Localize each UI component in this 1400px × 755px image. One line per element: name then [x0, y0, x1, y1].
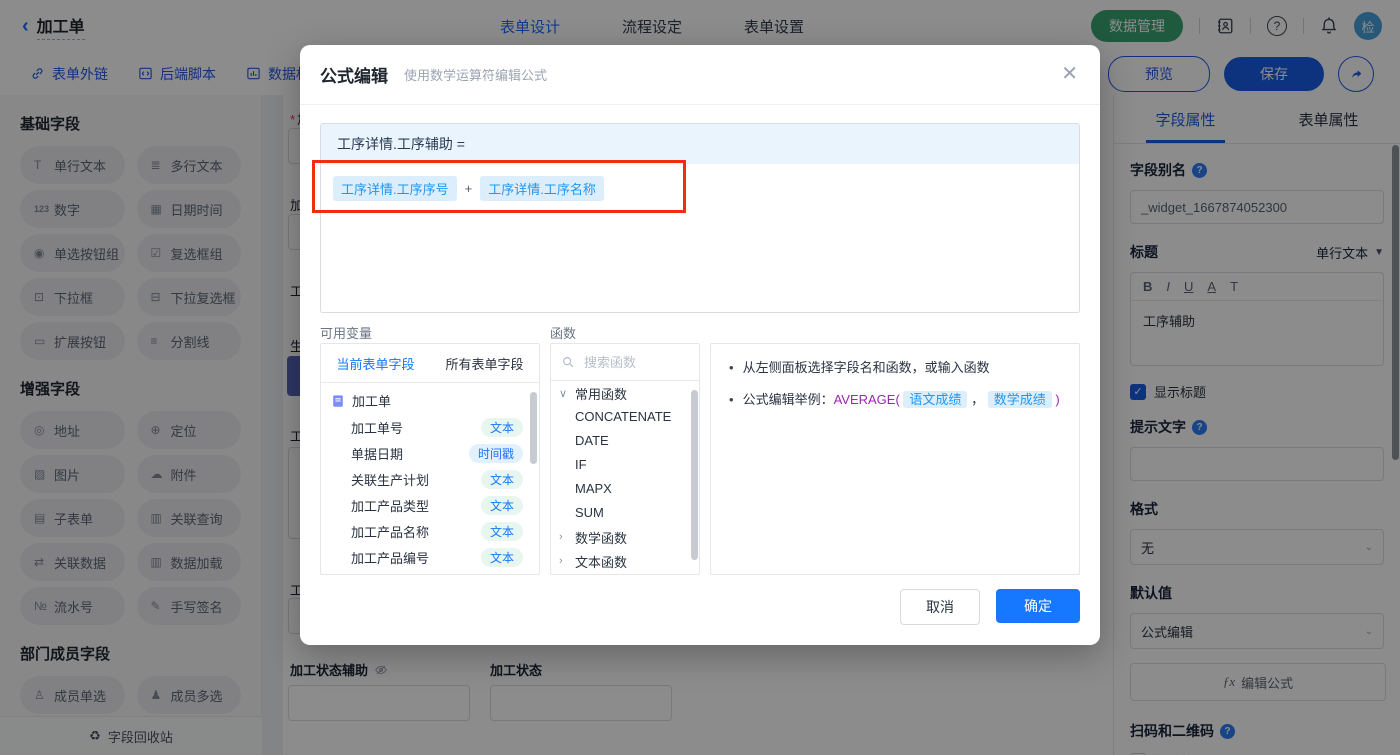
- tab-all-form-fields[interactable]: 所有表单字段: [430, 354, 539, 373]
- formula-field-chip[interactable]: 工序详情.工序名称: [480, 176, 604, 201]
- tip-line: • 从左侧面板选择字段名和函数，或输入函数: [729, 358, 1061, 378]
- chevron-down-icon: ∨: [559, 387, 568, 400]
- modal-title: 公式编辑: [320, 67, 388, 86]
- variable-row[interactable]: 加工单号 文本: [321, 414, 539, 440]
- variables-scrollbar[interactable]: [530, 392, 537, 464]
- field-type-badge: 文本: [480, 521, 523, 541]
- function-group-text[interactable]: › 文本函数: [551, 549, 699, 573]
- formula-expression[interactable]: 工序详情.工序序号 + 工序详情.工序名称: [321, 164, 1079, 213]
- field-type-badge: 文本: [480, 547, 523, 567]
- functions-panel: ∨常用函数 CONCATENATE DATE IF MAPX SUM ›数学函数…: [550, 343, 700, 575]
- chevron-right-icon: ›: [559, 531, 563, 543]
- modal-subtitle: 使用数学运算符编辑公式: [404, 68, 548, 83]
- function-search-input[interactable]: [582, 353, 682, 371]
- variable-row[interactable]: 加工产品名称 文本: [321, 518, 539, 544]
- variable-row[interactable]: 单据日期 时间戳: [321, 440, 539, 466]
- variable-row[interactable]: 加工产品编号 文本: [321, 544, 539, 570]
- variables-panel: 当前表单字段 所有表单字段 加工单 加工单号 文本 单据日期 时间戳 关联生产计划文…: [320, 343, 540, 575]
- modal-header: 公式编辑 使用数学运算符编辑公式 ✕: [300, 45, 1100, 105]
- formula-edit-modal: 公式编辑 使用数学运算符编辑公式 ✕ 工序详情.工序辅助 = 工序详情.工序序号…: [300, 45, 1100, 645]
- field-type-badge: 文本: [480, 417, 523, 437]
- tips-panel: • 从左侧面板选择字段名和函数，或输入函数 • 公式编辑举例：AVERAGE( …: [710, 343, 1080, 575]
- bullet-icon: •: [729, 360, 734, 375]
- chevron-right-icon: ›: [559, 555, 563, 567]
- field-type-badge: 文本: [480, 495, 523, 515]
- variable-row[interactable]: 关联生产计划 文本: [321, 466, 539, 492]
- cancel-button[interactable]: 取消: [900, 589, 980, 625]
- function-item[interactable]: MAPX: [551, 477, 699, 501]
- function-item[interactable]: IF: [551, 453, 699, 477]
- tip-example: 公式编辑举例：AVERAGE( 语文成绩 ， 数学成绩 ): [742, 390, 1060, 408]
- example-field-chip: 语文成绩: [903, 390, 968, 408]
- modal-footer: 取消 确定: [900, 589, 1080, 625]
- variables-tabs: 当前表单字段 所有表单字段: [321, 344, 539, 383]
- variables-panel-label: 可用变量: [320, 326, 373, 341]
- function-group-common[interactable]: ∨ 常用函数: [551, 381, 699, 405]
- confirm-button[interactable]: 确定: [996, 589, 1080, 623]
- tip-line: • 公式编辑举例：AVERAGE( 语文成绩 ， 数学成绩 ): [729, 390, 1061, 410]
- example-function-close: ): [1055, 391, 1060, 407]
- form-doc-icon: [331, 394, 345, 408]
- function-group-math[interactable]: › 数学函数: [551, 525, 699, 549]
- function-item[interactable]: DATE: [551, 429, 699, 453]
- functions-panel-label: 函数: [550, 326, 577, 341]
- function-item[interactable]: SUM: [551, 501, 699, 525]
- formula-field-chip[interactable]: 工序详情.工序序号: [333, 176, 457, 201]
- close-icon[interactable]: ✕: [1061, 61, 1078, 86]
- function-search: [551, 344, 699, 381]
- formula-target: 工序详情.工序辅助 =: [321, 124, 1079, 164]
- formula-editor-box[interactable]: 工序详情.工序辅助 = 工序详情.工序序号 + 工序详情.工序名称: [320, 123, 1080, 313]
- functions-scrollbar[interactable]: [691, 390, 698, 560]
- field-type-badge: 文本: [480, 469, 523, 489]
- variable-row[interactable]: 加工产品类型 文本: [321, 492, 539, 518]
- bullet-icon: •: [729, 391, 734, 407]
- example-field-chip: 数学成绩: [987, 390, 1052, 408]
- example-function-open: AVERAGE(: [833, 391, 900, 407]
- formula-operator: +: [464, 181, 473, 196]
- field-type-badge: 时间戳: [468, 443, 523, 463]
- app-root: ‹ 加工单 表单设计 流程设定 表单设置 数据管理 ? 检 表单外链 后端脚本 …: [0, 0, 1400, 755]
- function-item[interactable]: CONCATENATE: [551, 405, 699, 429]
- search-icon: [561, 355, 575, 369]
- tab-current-form-fields[interactable]: 当前表单字段: [321, 354, 430, 373]
- form-tree-node[interactable]: 加工单: [321, 383, 539, 414]
